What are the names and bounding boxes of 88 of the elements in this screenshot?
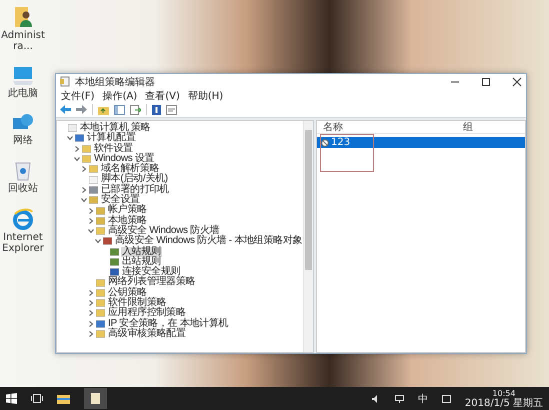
tree-node-icon [96, 309, 105, 318]
folder-icon[interactable] [57, 394, 70, 404]
close-icon[interactable] [512, 76, 522, 86]
tree-node-icon [96, 206, 105, 215]
desktop-icon-label[interactable]: 此电脑 [0, 88, 46, 99]
collapse-chevron-icon[interactable] [94, 238, 100, 244]
tree-node-icon [89, 165, 98, 174]
windows-start-icon[interactable] [6, 393, 17, 404]
user-folder-icon[interactable] [13, 6, 33, 28]
collapse-chevron-icon[interactable] [66, 135, 72, 142]
tree-node-icon [110, 258, 119, 266]
tree-node-icon [96, 320, 105, 328]
tree-item[interactable]: 计算机配置 [86, 133, 137, 144]
tree-item[interactable]: 网络列表管理器策略 [107, 277, 196, 288]
tree-node-icon [89, 176, 98, 184]
collapse-chevron-icon[interactable] [88, 228, 94, 234]
taskbar-app-button[interactable] [84, 388, 107, 409]
expand-chevron-icon[interactable] [88, 320, 94, 327]
tree-node-icon [110, 248, 119, 256]
tree-item[interactable]: 高级审核策略配置 [107, 328, 187, 340]
tree-node-icon [96, 288, 105, 297]
highlight-frame [320, 134, 374, 172]
menu-item[interactable]: 查看(V) [145, 88, 180, 102]
input-method-indicator[interactable]: 中 [418, 392, 428, 406]
menu-item[interactable]: 操作(A) [102, 88, 138, 102]
column-header[interactable]: 名称 [317, 120, 463, 134]
expand-chevron-icon[interactable] [80, 186, 86, 193]
tree-item[interactable]: 高级安全 Windows 防火墙 - 本地组策略对象 [114, 236, 304, 247]
expand-chevron-icon[interactable] [88, 300, 94, 306]
back-arrow-icon[interactable] [60, 105, 71, 114]
disabled-circle-icon [321, 138, 329, 146]
tree-item[interactable]: 帐户策略 [107, 205, 148, 216]
clock-date[interactable]: 2018/1/5 星期五 [464, 398, 543, 408]
expand-chevron-icon[interactable] [88, 331, 94, 338]
maximize-icon[interactable] [481, 76, 491, 86]
recycle-bin-icon[interactable] [14, 160, 32, 181]
folder-up-icon[interactable] [98, 104, 109, 114]
clock-time[interactable]: 10:54 [492, 388, 516, 398]
tree-item[interactable]: 脚本(启动/关机) [100, 174, 169, 185]
desktop-icon-label[interactable]: Administra... [0, 30, 46, 52]
task-view-icon[interactable] [31, 394, 43, 403]
expand-chevron-icon[interactable] [88, 218, 94, 224]
tree-item[interactable]: IP 安全策略，在 本地计算机 [107, 318, 230, 329]
scrollbar[interactable] [303, 121, 313, 352]
expand-chevron-icon[interactable] [88, 208, 94, 214]
tree-node-icon [75, 134, 84, 142]
collapse-chevron-icon[interactable] [74, 156, 80, 162]
tree-item[interactable]: 入站规则 [121, 246, 162, 257]
document-icon [91, 393, 100, 404]
expand-chevron-icon[interactable] [88, 310, 94, 316]
tree-node-icon [82, 155, 91, 164]
desktop-icon-label[interactable]: 网络 [0, 135, 46, 146]
tree-item[interactable]: 应用程序控制策略 [107, 308, 187, 319]
tree-node-icon [96, 299, 105, 308]
tree-item[interactable]: 软件设置 [93, 144, 134, 154]
tree-node-icon [96, 227, 105, 236]
monitor-icon[interactable] [394, 394, 404, 402]
tree-node-icon [103, 237, 112, 246]
tree-node-icon [82, 144, 91, 153]
tree-node-icon [110, 268, 119, 276]
forward-arrow-icon[interactable] [76, 105, 87, 114]
list-cell: 123 [331, 137, 350, 148]
menu-item[interactable]: 文件(F) [61, 88, 95, 102]
computer-icon[interactable] [12, 66, 34, 86]
expand-chevron-icon[interactable] [80, 166, 86, 172]
tree-pane-icon[interactable] [114, 104, 125, 114]
menu-item[interactable]: 帮助(H) [188, 88, 224, 102]
column-header[interactable]: 组 [463, 120, 473, 134]
notification-icon[interactable] [442, 394, 451, 402]
tree-node-icon [96, 216, 105, 225]
properties-icon[interactable] [166, 104, 177, 114]
tree-node-icon [68, 124, 77, 132]
export-icon[interactable] [130, 104, 141, 114]
app-icon [60, 76, 70, 87]
window-title: 本地组策略编辑器 [75, 76, 155, 88]
tree-item[interactable]: 本地策略 [107, 216, 148, 226]
desktop-icon-label[interactable]: 回收站 [0, 183, 46, 194]
tree-node-icon [89, 196, 98, 204]
expand-chevron-icon[interactable] [74, 146, 80, 152]
browser-icon[interactable] [12, 208, 34, 230]
collapse-chevron-icon[interactable] [80, 197, 86, 204]
expand-chevron-icon[interactable] [88, 290, 94, 296]
tree-node-icon [96, 330, 105, 338]
tree-node-icon [96, 278, 105, 287]
help-book-icon[interactable] [152, 104, 161, 114]
desktop-icon-label[interactable]: Internet Explorer [0, 232, 46, 254]
tree-node-icon [89, 186, 98, 194]
list-row[interactable]: 123 [317, 137, 525, 148]
